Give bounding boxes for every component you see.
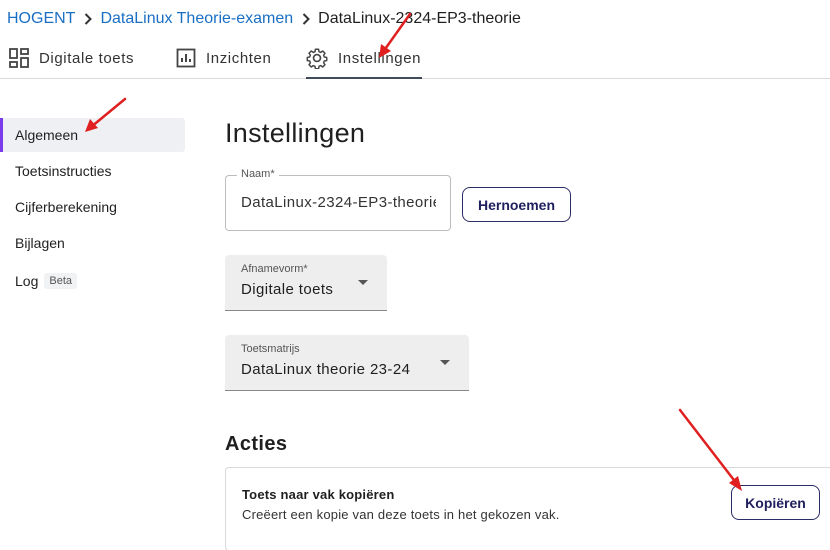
sidebar-item-log[interactable]: Log Beta [0, 264, 190, 298]
active-tab-indicator [306, 77, 423, 79]
bar-chart-icon [176, 48, 196, 68]
rename-button[interactable]: Hernoemen [462, 187, 571, 222]
afnamevorm-value: Digitale toets [241, 281, 334, 298]
sidebar-item-cijferberekening[interactable]: Cijferberekening [0, 190, 190, 224]
tab-label: Inzichten [206, 49, 272, 67]
name-field-value[interactable]: DataLinux-2324-EP3-theorie [241, 194, 436, 211]
sidebar-item-label: Algemeen [15, 127, 79, 143]
name-field[interactable]: Naam* DataLinux-2324-EP3-theorie [225, 168, 451, 231]
sidebar-item-algemeen[interactable]: Algemeen [0, 118, 185, 152]
dashboard-icon [9, 48, 29, 68]
gear-icon [306, 48, 328, 69]
tab-instellingen[interactable]: Instellingen [306, 38, 423, 79]
breadcrumb-link-course[interactable]: DataLinux Theorie-examen [100, 10, 293, 28]
toetsmatrijs-select[interactable]: Toetsmatrijs DataLinux theorie 23-24 [225, 335, 469, 391]
toetsmatrijs-value: DataLinux theorie 23-24 [241, 361, 411, 378]
dropdown-caret-icon [358, 280, 368, 285]
breadcrumb-current: DataLinux-2324-EP3-theorie [318, 10, 521, 27]
sidebar-item-label: Cijferberekening [15, 199, 117, 215]
afnamevorm-select[interactable]: Afnamevorm* Digitale toets [225, 255, 387, 311]
tab-label: Instellingen [338, 49, 422, 67]
sidebar-item-label: Toetsinstructies [15, 163, 112, 179]
afnamevorm-label: Afnamevorm* [241, 263, 308, 275]
copy-action-description: Creëert een kopie van deze toets in het … [242, 507, 560, 522]
page-title: Instellingen [225, 118, 366, 148]
sidebar-item-toetsinstructies[interactable]: Toetsinstructies [0, 154, 190, 188]
toetsmatrijs-label: Toetsmatrijs [241, 343, 300, 355]
name-field-label: Naam* [237, 168, 279, 180]
sidebar-item-label: Bijlagen [15, 235, 65, 251]
chevron-right-icon [302, 13, 311, 25]
sidebar-item-label: Log [15, 273, 39, 289]
copy-action-title: Toets naar vak kopiëren [242, 487, 395, 502]
sidebar-item-bijlagen[interactable]: Bijlagen [0, 226, 190, 260]
tab-inzichten[interactable]: Inzichten [176, 38, 271, 78]
breadcrumb-link-hogent[interactable]: HOGENT [7, 10, 75, 28]
tab-bar: Digitale toets Inzichten Instellingen [0, 38, 830, 79]
actions-section-title: Acties [225, 433, 288, 455]
settings-sidebar: Algemeen Toetsinstructies Cijferberekeni… [0, 118, 190, 300]
dropdown-caret-icon [440, 360, 450, 365]
chevron-right-icon [84, 13, 93, 25]
tab-digitale-toets[interactable]: Digitale toets [9, 38, 134, 78]
beta-badge: Beta [44, 273, 77, 289]
copy-button[interactable]: Kopiëren [731, 485, 820, 520]
breadcrumb: HOGENT DataLinux Theorie-examen DataLinu… [7, 8, 521, 30]
tab-label: Digitale toets [39, 49, 135, 67]
